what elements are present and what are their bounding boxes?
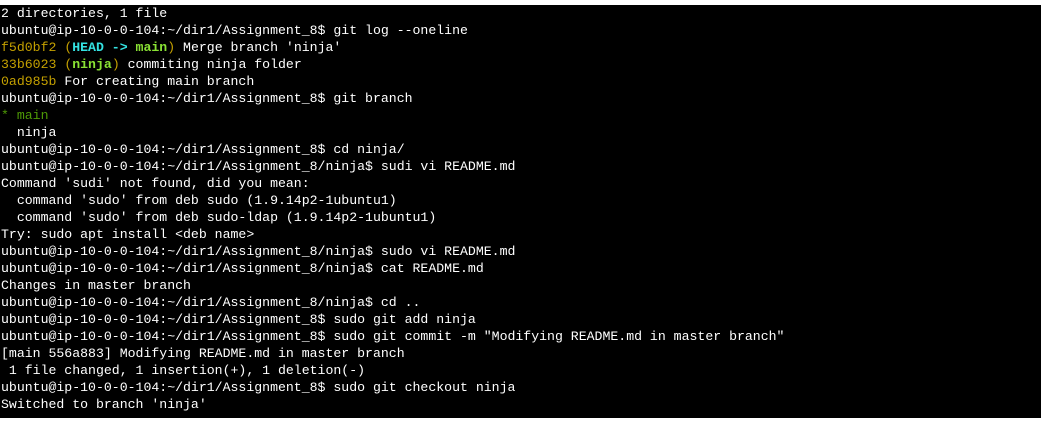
terminal-line: command 'sudo' from deb sudo (1.9.14p2-1… bbox=[1, 192, 1041, 209]
terminal-text-segment: ninja bbox=[72, 57, 112, 72]
terminal-text-segment: command 'sudo' from deb sudo (1.9.14p2-1… bbox=[1, 193, 397, 208]
terminal-text-segment: main bbox=[16, 108, 49, 123]
terminal-text-segment: Changes in master branch bbox=[1, 278, 191, 293]
terminal-text-segment: main bbox=[135, 40, 168, 55]
terminal-line: Try: sudo apt install <deb name> bbox=[1, 226, 1041, 243]
terminal-line: ubuntu@ip-10-0-0-104:~/dir1/Assignment_8… bbox=[1, 22, 1041, 39]
terminal-line: ninja bbox=[1, 124, 1041, 141]
terminal-line: command 'sudo' from deb sudo-ldap (1.9.1… bbox=[1, 209, 1041, 226]
terminal-line: 0ad985b For creating main branch bbox=[1, 73, 1041, 90]
terminal-text-segment: * bbox=[1, 108, 17, 123]
terminal-line: ubuntu@ip-10-0-0-104:~/dir1/Assignment_8… bbox=[1, 294, 1041, 311]
terminal-output: 2 directories, 1 file ubuntu@ip-10-0-0-10… bbox=[0, 5, 1041, 413]
terminal-line: ubuntu@ip-10-0-0-104:~/dir1/Assignment_8… bbox=[1, 260, 1041, 277]
terminal-text-segment: f5d0bf2 bbox=[1, 40, 57, 55]
terminal-line: 1 file changed, 1 insertion(+), 1 deleti… bbox=[1, 362, 1041, 379]
terminal-window[interactable]: 2 directories, 1 file ubuntu@ip-10-0-0-10… bbox=[0, 5, 1041, 418]
terminal-text-segment: ) bbox=[111, 57, 120, 72]
terminal-text-segment: ubuntu@ip-10-0-0-104:~/dir1/Assignment_8… bbox=[1, 312, 476, 327]
terminal-line: f5d0bf2 (HEAD -> main) Merge branch 'nin… bbox=[1, 39, 1041, 56]
terminal-line: 2 directories, 1 file bbox=[1, 5, 1041, 22]
terminal-line: ubuntu@ip-10-0-0-104:~/dir1/Assignment_8… bbox=[1, 243, 1041, 260]
terminal-line: Switched to branch 'ninja' bbox=[1, 396, 1041, 413]
terminal-text-segment: ubuntu@ip-10-0-0-104:~/dir1/Assignment_8… bbox=[1, 23, 468, 38]
terminal-text-segment: ubuntu@ip-10-0-0-104:~/dir1/Assignment_8… bbox=[1, 329, 785, 344]
terminal-line: Changes in master branch bbox=[1, 277, 1041, 294]
terminal-text-segment: Merge branch 'ninja' bbox=[175, 40, 342, 55]
terminal-text-segment: Switched to branch 'ninja' bbox=[1, 397, 207, 412]
terminal-text-segment: 0ad985b bbox=[1, 74, 57, 89]
terminal-line: Command 'sudi' not found, did you mean: bbox=[1, 175, 1041, 192]
terminal-text-segment: ubuntu@ip-10-0-0-104:~/dir1/Assignment_8… bbox=[1, 91, 413, 106]
terminal-line: ubuntu@ip-10-0-0-104:~/dir1/Assignment_8… bbox=[1, 328, 1041, 345]
terminal-line: ubuntu@ip-10-0-0-104:~/dir1/Assignment_8… bbox=[1, 311, 1041, 328]
terminal-text-segment: ubuntu@ip-10-0-0-104:~/dir1/Assignment_8… bbox=[1, 142, 405, 157]
terminal-text-segment: command 'sudo' from deb sudo-ldap (1.9.1… bbox=[1, 210, 437, 225]
terminal-text-segment: ubuntu@ip-10-0-0-104:~/dir1/Assignment_8… bbox=[1, 244, 516, 259]
terminal-text-segment: ubuntu@ip-10-0-0-104:~/dir1/Assignment_8… bbox=[1, 380, 516, 395]
terminal-text-segment: [main 556a883] Modifying README.md in ma… bbox=[1, 346, 405, 361]
terminal-text-segment: ( bbox=[56, 40, 73, 55]
terminal-text-segment: commiting ninja folder bbox=[119, 57, 302, 72]
terminal-text-segment: ( bbox=[56, 57, 73, 72]
terminal-text-segment: 1 file changed, 1 insertion(+), 1 deleti… bbox=[1, 363, 366, 378]
terminal-line: ubuntu@ip-10-0-0-104:~/dir1/Assignment_8… bbox=[1, 158, 1041, 175]
terminal-line: [main 556a883] Modifying README.md in ma… bbox=[1, 345, 1041, 362]
terminal-text-segment: HEAD -> bbox=[72, 40, 136, 55]
terminal-line: * main bbox=[1, 107, 1041, 124]
terminal-text-segment: ) bbox=[167, 40, 176, 55]
terminal-text-segment: 33b6023 bbox=[1, 57, 57, 72]
terminal-line: 33b6023 (ninja) commiting ninja folder bbox=[1, 56, 1041, 73]
terminal-line: ubuntu@ip-10-0-0-104:~/dir1/Assignment_8… bbox=[1, 379, 1041, 396]
terminal-line: ubuntu@ip-10-0-0-104:~/dir1/Assignment_8… bbox=[1, 141, 1041, 158]
terminal-line: ubuntu@ip-10-0-0-104:~/dir1/Assignment_8… bbox=[1, 90, 1041, 107]
terminal-text-segment: Try: sudo apt install <deb name> bbox=[1, 227, 255, 242]
terminal-text-segment: ninja bbox=[1, 125, 57, 140]
terminal-text-segment: ubuntu@ip-10-0-0-104:~/dir1/Assignment_8… bbox=[1, 295, 421, 310]
terminal-text-segment: ubuntu@ip-10-0-0-104:~/dir1/Assignment_8… bbox=[1, 261, 484, 276]
terminal-text-segment: 2 directories, 1 file bbox=[1, 6, 168, 21]
terminal-text-segment: ubuntu@ip-10-0-0-104:~/dir1/Assignment_8… bbox=[1, 159, 516, 174]
terminal-text-segment: Command 'sudi' not found, did you mean: bbox=[1, 176, 310, 191]
terminal-text-segment: For creating main branch bbox=[56, 74, 255, 89]
